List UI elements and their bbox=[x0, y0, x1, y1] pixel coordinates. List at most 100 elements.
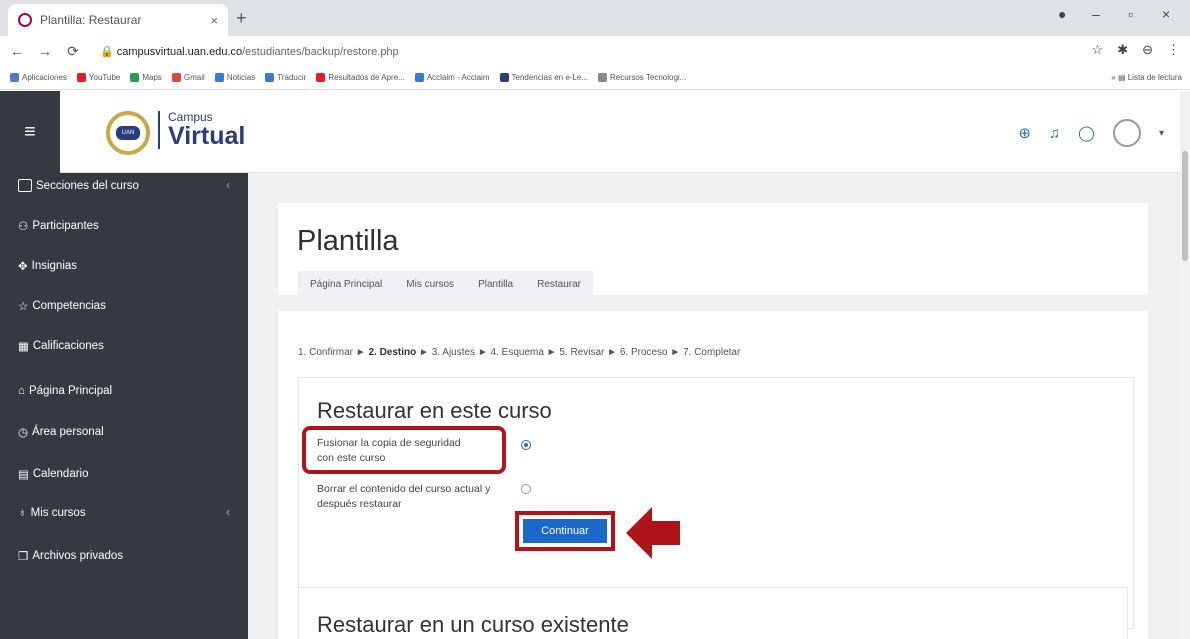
bookmark-item[interactable]: Resultados de Apre... bbox=[316, 73, 405, 82]
browser-tab-bar: Plantilla: Restaurar × + ● – ▫ × bbox=[0, 0, 1190, 36]
tab-close-icon[interactable]: × bbox=[210, 13, 218, 28]
breadcrumb-item[interactable]: Restaurar bbox=[525, 279, 593, 290]
browser-tab[interactable]: Plantilla: Restaurar × bbox=[8, 4, 228, 36]
new-tab-button[interactable]: + bbox=[236, 8, 247, 29]
calendar-icon: ▤ bbox=[18, 469, 29, 481]
breadcrumb-item[interactable]: Página Principal bbox=[298, 279, 394, 290]
brand-big: Virtual bbox=[168, 122, 246, 150]
restore-steps: 1. Confirmar ► 2. Destino ► 3. Ajustes ►… bbox=[298, 347, 740, 358]
messages-icon[interactable]: ◯ bbox=[1078, 124, 1095, 142]
sidebar-item-label: Participantes bbox=[32, 220, 99, 232]
sidebar-item-area-personal[interactable]: ◷ Área personal bbox=[18, 425, 240, 439]
site-brand[interactable]: Campus Virtual bbox=[158, 111, 245, 149]
page-header-card: Plantilla Página Principal Mis cursos Pl… bbox=[278, 203, 1148, 297]
bookmark-item[interactable]: YouTube bbox=[76, 73, 121, 82]
menu-icon[interactable]: ⋮ bbox=[1167, 42, 1180, 58]
reading-list[interactable]: » ▤ Lista de lectura bbox=[1111, 73, 1182, 82]
bookmark-star-icon[interactable]: ☆ bbox=[1092, 42, 1104, 58]
sidebar-item-mis-cursos[interactable]: ♁ Mis cursos ‹ bbox=[18, 507, 240, 519]
bookmark-item[interactable]: Tendencias en e-Le... bbox=[499, 73, 588, 82]
address-bar: ← → ⟳ 🔒 campusvirtual.uan.edu.co/estudia… bbox=[0, 36, 1190, 66]
sidebar-item-label: Archivos privados bbox=[32, 550, 124, 562]
scrollbar-thumb[interactable] bbox=[1182, 151, 1188, 261]
minimize-icon[interactable]: – bbox=[1092, 6, 1100, 22]
breadcrumb: Página Principal Mis cursos Plantilla Re… bbox=[298, 271, 593, 297]
section-title: Restaurar en un curso existente bbox=[317, 612, 629, 637]
extensions-icon[interactable]: ✱ bbox=[1117, 42, 1128, 58]
url-field[interactable]: 🔒 campusvirtual.uan.edu.co/estudiantes/b… bbox=[100, 45, 399, 58]
breadcrumb-item[interactable]: Mis cursos bbox=[394, 279, 466, 290]
page-scrollbar[interactable] bbox=[1180, 91, 1190, 639]
merge-radio[interactable] bbox=[521, 440, 531, 450]
bookmark-favicon-icon bbox=[214, 73, 224, 82]
bookmark-favicon-icon bbox=[171, 73, 181, 82]
bookmark-label: Recursos Tecnologi... bbox=[610, 73, 687, 82]
bookmark-item[interactable]: Noticias bbox=[214, 73, 255, 82]
sidebar-item-label: Mis cursos bbox=[30, 507, 86, 519]
breadcrumb-item[interactable]: Plantilla bbox=[466, 279, 525, 290]
sidebar-item-label: Insignias bbox=[31, 260, 78, 272]
user-menu-chevron-icon[interactable]: ▾ bbox=[1159, 128, 1164, 139]
page-title: Plantilla bbox=[297, 225, 399, 257]
menu-toggle-icon[interactable]: ≡ bbox=[0, 91, 60, 173]
sidebar-item-competencias[interactable]: ☆ Competencias bbox=[18, 299, 240, 313]
reload-icon[interactable]: ⟳ bbox=[62, 43, 84, 60]
continue-button[interactable]: Continuar bbox=[523, 519, 607, 543]
chevron-left-icon: ‹ bbox=[226, 179, 230, 192]
bookmarks-bar: Aplicaciones YouTube Maps Gmail Noticias Trad… bbox=[0, 66, 1190, 90]
sidebar-item-pagina-principal[interactable]: ⌂ Página Principal bbox=[18, 385, 240, 397]
delete-radio[interactable] bbox=[521, 484, 531, 494]
account-icon[interactable]: ⊖ bbox=[1142, 42, 1153, 58]
sidebar-item-label: Página Principal bbox=[28, 385, 113, 397]
bookmark-favicon-icon bbox=[130, 73, 140, 82]
maximize-icon[interactable]: ▫ bbox=[1128, 6, 1133, 22]
bookmark-favicon-icon bbox=[76, 73, 86, 82]
url-path: /estudiantes/backup/restore.php bbox=[242, 45, 399, 58]
notifications-icon[interactable]: ♫ bbox=[1049, 125, 1060, 142]
sidebar-item-archivos-privados[interactable]: ❐ Archivos privados bbox=[18, 549, 240, 563]
close-window-icon[interactable]: × bbox=[1162, 6, 1170, 22]
forward-icon[interactable]: → bbox=[34, 43, 56, 59]
sidebar-item-insignias[interactable]: ✥ Insignias bbox=[18, 259, 240, 273]
dashboard-icon: ◷ bbox=[18, 427, 29, 439]
sidebar-item-label: Calificaciones bbox=[32, 340, 104, 352]
bookmark-item[interactable]: Traducir bbox=[265, 73, 306, 82]
bookmark-favicon-icon bbox=[598, 73, 607, 82]
language-icon[interactable]: ⊕ bbox=[1018, 124, 1031, 142]
url-host: campusvirtual.uan.edu.co bbox=[116, 45, 243, 58]
steps-suffix: ► 3. Ajustes ► 4. Esquema ► 5. Revisar ►… bbox=[416, 347, 741, 358]
sidebar-item-calendario[interactable]: ▤ Calendario bbox=[18, 467, 240, 481]
grades-icon: ▦ bbox=[18, 341, 29, 353]
users-icon: ⚇ bbox=[18, 221, 29, 233]
chevron-left-icon: ‹ bbox=[226, 507, 230, 519]
sidebar-item-label: Secciones del curso bbox=[36, 179, 139, 192]
option-delete-label: Borrar el contenido del curso actual y d… bbox=[317, 483, 491, 510]
course-sidebar: Secciones del curso ‹ ⚇ Participantes ✥ Ins… bbox=[0, 173, 248, 639]
steps-prefix: 1. Confirmar ► bbox=[298, 347, 369, 358]
avatar[interactable] bbox=[1112, 119, 1141, 147]
bookmark-item[interactable]: Recursos Tecnologi... bbox=[598, 73, 686, 82]
profile-icon[interactable]: ● bbox=[1058, 6, 1066, 22]
bookmark-item[interactable]: Acclaim - Acclaim bbox=[414, 73, 490, 82]
bookmark-item[interactable]: Maps bbox=[130, 73, 162, 82]
bookmark-item[interactable]: Gmail bbox=[171, 73, 205, 82]
continue-highlight: Continuar bbox=[515, 511, 615, 551]
bookmark-favicon-icon bbox=[316, 73, 326, 82]
bookmark-label: Gmail bbox=[183, 73, 205, 82]
back-icon[interactable]: ← bbox=[6, 43, 28, 59]
bookmark-label: Maps bbox=[142, 73, 162, 82]
badge-icon: ✥ bbox=[18, 261, 28, 273]
university-logo[interactable]: UAN bbox=[106, 111, 150, 155]
sidebar-item-calificaciones[interactable]: ▦ Calificaciones bbox=[18, 339, 240, 353]
sidebar-item-secciones[interactable]: Secciones del curso ‹ bbox=[18, 179, 240, 192]
bookmark-item[interactable]: Aplicaciones bbox=[10, 73, 67, 82]
sidebar-item-participantes[interactable]: ⚇ Participantes bbox=[18, 219, 240, 233]
reading-list-label: Lista de lectura bbox=[1127, 73, 1182, 82]
files-icon: ❐ bbox=[18, 551, 29, 563]
star-icon: ☆ bbox=[18, 301, 29, 313]
bookmark-label: YouTube bbox=[88, 73, 121, 82]
bookmark-label: Traducir bbox=[277, 73, 307, 82]
logo-text: UAN bbox=[116, 126, 140, 140]
tab-favicon-icon bbox=[18, 13, 32, 27]
bookmark-label: Resultados de Apre... bbox=[328, 73, 405, 82]
